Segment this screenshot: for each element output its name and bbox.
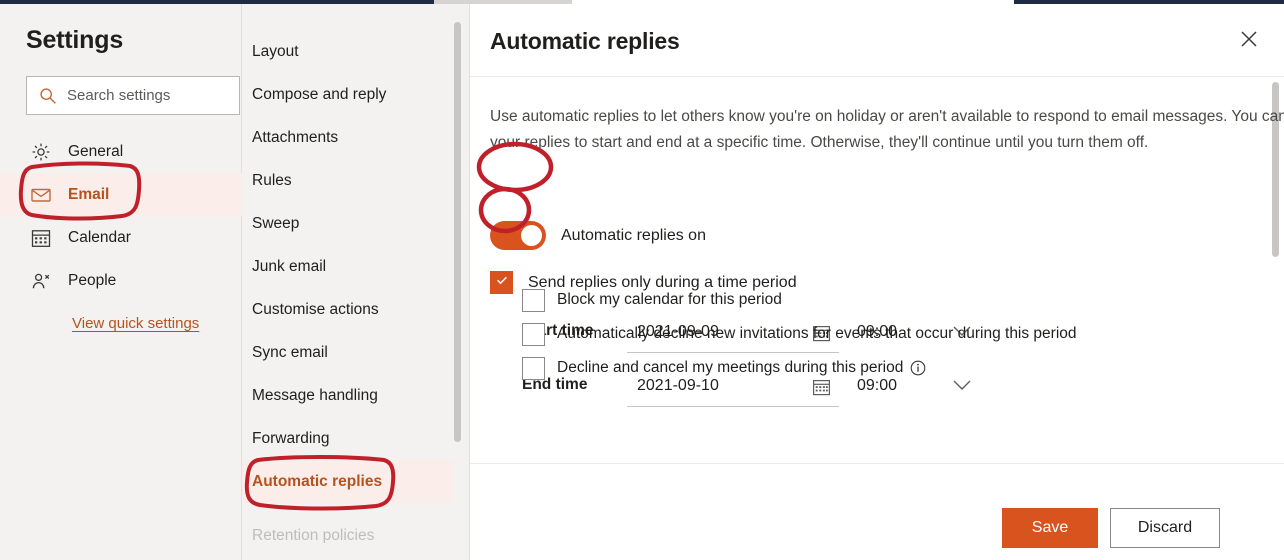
option-block-calendar[interactable]: Block my calendar for this period <box>522 283 1222 317</box>
envelope-icon <box>30 184 52 206</box>
subnav-item-junk-email[interactable]: Junk email <box>242 245 454 288</box>
checkbox-box[interactable] <box>522 288 545 312</box>
sidebar-item-label: Calendar <box>68 228 131 246</box>
subnav-item-label: Rules <box>252 171 292 189</box>
close-button[interactable] <box>1236 28 1262 54</box>
subnav-item-label: Message handling <box>252 386 378 404</box>
subnav-item-layout[interactable]: Layout <box>242 30 454 73</box>
subnav-item-label: Attachments <box>252 128 339 146</box>
view-quick-settings-link[interactable]: View quick settings <box>72 315 199 332</box>
toggle-knob <box>521 225 542 246</box>
subnav-item-attachments[interactable]: Attachments <box>242 116 454 159</box>
subnav-clipped-item[interactable]: Retention policies <box>252 527 452 543</box>
subnav-item-label: Customise actions <box>252 300 379 318</box>
sidebar-item-label: General <box>68 142 124 160</box>
panel-header: Automatic replies <box>470 4 1284 77</box>
toggle-label: Automatic replies on <box>561 226 706 244</box>
subnav-item-label: Automatic replies <box>252 472 383 490</box>
subnav-item-sync-email[interactable]: Sync email <box>242 331 454 374</box>
subnav-item-message-handling[interactable]: Message handling <box>242 374 454 417</box>
subnav-item-label: Layout <box>252 42 299 60</box>
option-auto-decline-invitations[interactable]: Automatically decline new invitations fo… <box>522 317 1222 351</box>
calendar-icon <box>30 227 52 249</box>
email-subnav: Layout Compose and reply Attachments Rul… <box>242 4 470 560</box>
subnav-item-label: Junk email <box>252 257 327 275</box>
settings-sidebar: Settings Search settings General Email C… <box>0 4 242 560</box>
subnav-item-customise-actions[interactable]: Customise actions <box>242 288 454 331</box>
option-label: Decline and cancel my meetings during th… <box>557 359 904 376</box>
option-decline-cancel-meetings[interactable]: Decline and cancel my meetings during th… <box>522 351 1222 385</box>
automatic-replies-toggle[interactable]: Automatic replies on <box>490 221 706 250</box>
subnav-item-label: Sync email <box>252 343 328 361</box>
subnav-item-label: Forwarding <box>252 429 330 447</box>
save-button[interactable]: Save <box>1002 508 1098 548</box>
option-label: Block my calendar for this period <box>557 291 782 308</box>
sidebar-nav: General Email Calendar People <box>0 130 242 302</box>
sidebar-item-general[interactable]: General <box>0 130 242 173</box>
sidebar-item-label: Email <box>68 185 110 203</box>
panel-body: Use automatic replies to let others know… <box>470 77 1284 462</box>
toggle-switch[interactable] <box>490 221 546 250</box>
subnav-item-forwarding[interactable]: Forwarding <box>242 417 454 460</box>
checkbox-box[interactable] <box>522 356 545 380</box>
panel-title: Automatic replies <box>490 28 680 54</box>
gear-icon <box>30 141 52 163</box>
subnav-item-label: Compose and reply <box>252 85 387 103</box>
people-icon <box>30 270 52 292</box>
subnav-item-rules[interactable]: Rules <box>242 159 454 202</box>
automatic-replies-panel: Automatic replies Use automatic replies … <box>470 4 1284 560</box>
discard-button[interactable]: Discard <box>1110 508 1220 548</box>
settings-window: Settings Search settings General Email C… <box>0 0 1284 560</box>
search-placeholder: Search settings <box>67 87 171 104</box>
subnav-item-label: Sweep <box>252 214 300 232</box>
subnav-scrollbar[interactable] <box>454 22 461 442</box>
sidebar-clipped-text <box>60 549 190 559</box>
checkbox-box[interactable] <box>490 271 513 294</box>
close-icon <box>1239 29 1259 54</box>
sidebar-item-calendar[interactable]: Calendar <box>0 216 242 259</box>
subnav-item-compose-and-reply[interactable]: Compose and reply <box>242 73 454 116</box>
search-input[interactable]: Search settings <box>26 76 240 115</box>
checkmark-icon <box>495 273 509 292</box>
sidebar-item-email[interactable]: Email <box>0 173 242 216</box>
info-icon[interactable] <box>910 360 926 376</box>
page-title: Settings <box>26 26 124 54</box>
checkbox-box[interactable] <box>522 322 545 346</box>
period-options: Block my calendar for this period Automa… <box>522 283 1222 385</box>
sidebar-item-people[interactable]: People <box>0 259 242 302</box>
sidebar-item-label: People <box>68 271 117 289</box>
panel-description: Use automatic replies to let others know… <box>490 108 1284 151</box>
subnav-item-automatic-replies[interactable]: Automatic replies <box>242 460 454 503</box>
search-icon <box>39 87 57 105</box>
panel-footer: Save Discard <box>470 463 1284 560</box>
option-label: Automatically decline new invitations fo… <box>557 325 1077 342</box>
subnav-item-sweep[interactable]: Sweep <box>242 202 454 245</box>
